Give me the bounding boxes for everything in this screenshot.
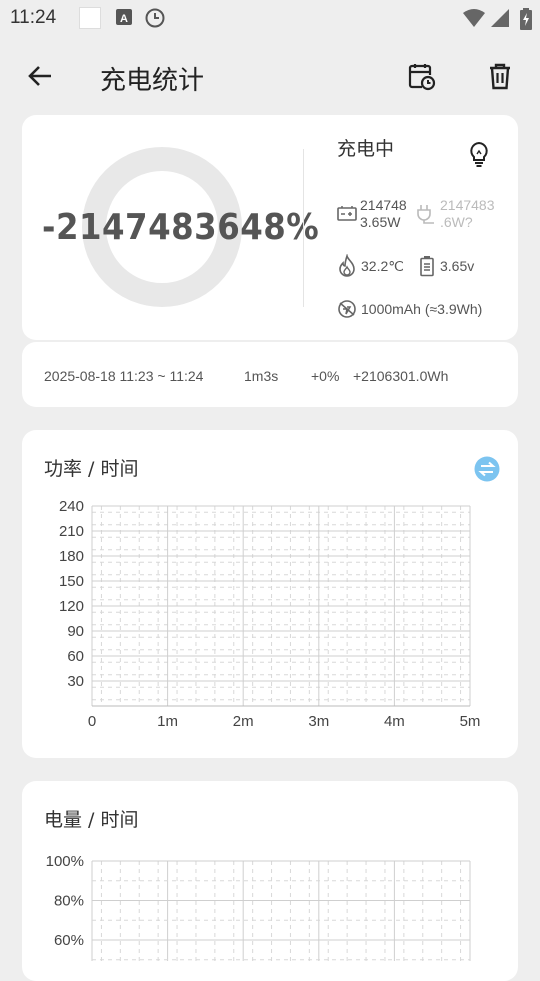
y-tick-label: 80% — [54, 893, 84, 910]
status-bar: 11:24 A — [0, 0, 540, 36]
voltage: 3.65v — [440, 258, 475, 274]
toolbar: 充电统计 — [0, 36, 540, 116]
duration: 1m3s — [244, 368, 279, 384]
session-summary-card[interactable]: 2025-08-18 11:23 ~ 11:24 1m3s +0% +21063… — [22, 342, 518, 407]
battery-power-line1: 214748 — [360, 197, 407, 213]
x-tick-label: 0 — [88, 713, 96, 730]
text-a-icon: A — [115, 8, 133, 30]
clock-icon — [145, 8, 165, 32]
signal-icon — [490, 8, 510, 32]
temperature: 32.2℃ — [361, 258, 404, 274]
arrow-left-icon — [28, 66, 51, 86]
lightbulb-icon[interactable] — [468, 141, 490, 171]
y-tick-label: 30 — [67, 673, 84, 690]
y-tick-label: 60 — [67, 648, 84, 665]
adapter-power-line2: .6W? — [440, 214, 473, 230]
calendar-clock-icon — [408, 64, 436, 91]
history-button[interactable] — [403, 58, 439, 94]
y-tick-label: 90 — [67, 623, 84, 640]
energy-change: +2106301.0Wh — [353, 368, 449, 384]
x-tick-label: 1m — [157, 713, 178, 730]
battery-charging-icon — [520, 8, 532, 34]
power-chart-title: 功率 / 时间 — [44, 458, 139, 480]
y-tick-label: 180 — [59, 548, 84, 565]
battery-percent: -2147483648% — [42, 207, 320, 248]
charging-status: 充电中 — [337, 139, 395, 160]
percent-change: +0% — [311, 368, 340, 384]
delete-button[interactable] — [482, 58, 518, 94]
svg-text:A: A — [120, 13, 128, 25]
time-range: 2025-08-18 11:23 ~ 11:24 — [44, 368, 204, 384]
y-tick-label: 210 — [59, 523, 84, 540]
x-tick-label: 5m — [460, 713, 481, 730]
adapter-power-line1: 2147483 — [440, 197, 495, 213]
plug-icon — [415, 203, 437, 229]
power-chart: 0 1m 2m 3m 4m 5m 240 210 180 150 120 90 60 30 — [59, 498, 481, 730]
swap-icon[interactable] — [474, 456, 500, 486]
notification-icon — [79, 7, 101, 29]
fire-icon — [336, 253, 358, 282]
y-tick-label: 60% — [54, 932, 84, 949]
x-tick-label: 2m — [233, 713, 254, 730]
wifi-icon — [462, 8, 486, 32]
capacity: 1000mAh (≈3.9Wh) — [361, 301, 483, 317]
level-chart: 100% 80% 60% — [46, 853, 471, 961]
x-tick-label: 4m — [384, 713, 405, 730]
y-tick-label: 120 — [59, 598, 84, 615]
level-chart-card: 电量 / 时间 100% 80% 60% — [22, 781, 518, 981]
battery-card: -2147483648% 充电中 214748 3.65W 2147483 .6… — [22, 115, 518, 340]
battery-power-line2: 3.65W — [360, 214, 401, 230]
x-tick-label: 3m — [308, 713, 329, 730]
y-tick-label: 100% — [46, 853, 84, 870]
battery-level-icon — [419, 255, 435, 281]
battery-icon — [336, 203, 358, 227]
y-tick-label: 240 — [59, 498, 84, 515]
status-time: 11:24 — [10, 7, 57, 28]
divider — [303, 149, 304, 307]
y-tick-label: 150 — [59, 573, 84, 590]
back-button[interactable] — [22, 58, 58, 94]
page-title: 充电统计 — [100, 66, 205, 96]
capacity-icon — [336, 298, 358, 324]
power-chart-card: 功率 / 时间 0 1m 2m 3m 4m 5m 240 210 180 150 120 90 60 30 — [22, 430, 518, 758]
trash-icon — [490, 63, 510, 90]
level-chart-title: 电量 / 时间 — [44, 809, 139, 831]
